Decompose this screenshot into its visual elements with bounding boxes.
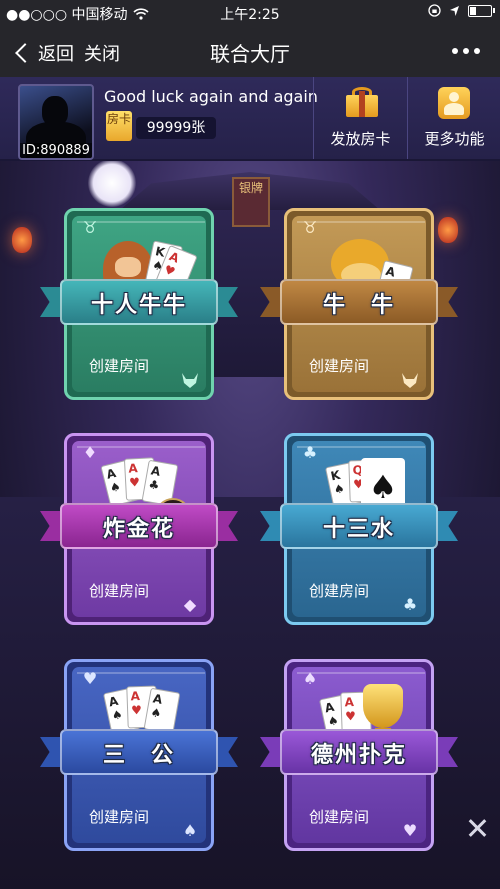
send-room-card-label: 发放房卡: [330, 130, 391, 148]
game-title-ribbon[interactable]: 三 公: [40, 729, 238, 775]
game-title-ribbon[interactable]: 十人牛牛: [40, 279, 238, 325]
page-title: 联合大厅: [210, 42, 290, 66]
send-room-card-button[interactable]: 发放房卡: [313, 77, 407, 159]
create-room-label: 创建房间: [309, 582, 370, 600]
gift-icon: [346, 87, 378, 117]
status-bar: ●●○○○ 中国移动 上午2:25: [0, 0, 500, 26]
create-room-label: 创建房间: [89, 808, 150, 826]
temple-sign: 银牌: [232, 177, 270, 227]
room-card-count: 99999张: [136, 117, 216, 139]
user-info-bar: ID:890889 Good luck again and again 房卡 9…: [0, 77, 500, 161]
bull-icon: [182, 373, 198, 388]
nav-bar: 返回 关闭 联合大厅: [0, 26, 500, 77]
game-title: 三 公: [102, 743, 175, 768]
bull-icon: [402, 373, 418, 388]
game-title-ribbon[interactable]: 德州扑克: [260, 729, 458, 775]
game-lobby: 银牌 ID:890889 Good luck again and again 房…: [0, 77, 500, 889]
battery-icon: [468, 4, 495, 17]
lantern-icon: [12, 227, 32, 253]
room-card-icon: 房卡: [106, 111, 132, 141]
game-title-ribbon[interactable]: 牛 牛: [260, 279, 458, 325]
avatar[interactable]: ID:890889: [18, 84, 94, 160]
rotation-lock-icon: [428, 4, 441, 17]
create-room-label: 创建房间: [89, 582, 150, 600]
heart-icon: ♥: [402, 821, 418, 840]
game-title: 炸金花: [102, 517, 175, 542]
create-room-label: 创建房间: [89, 357, 150, 375]
chevron-left-icon: [15, 43, 35, 63]
game-title-ribbon[interactable]: 十三水: [260, 503, 458, 549]
spade-icon: ♠: [182, 821, 198, 840]
close-icon[interactable]: [462, 813, 492, 843]
more-functions-label: 更多功能: [424, 130, 485, 148]
more-menu-button[interactable]: [452, 48, 480, 54]
game-title: 十人牛牛: [90, 293, 187, 318]
diamond-icon: ◆: [183, 595, 197, 614]
dot-icon: [463, 48, 469, 54]
moon: [88, 159, 136, 207]
game-title: 十三水: [322, 517, 395, 542]
status-icons: [428, 4, 495, 17]
game-title-ribbon[interactable]: 炸金花: [40, 503, 238, 549]
dot-icon: [474, 48, 480, 54]
person-card-icon: [438, 87, 470, 119]
create-room-label: 创建房间: [309, 808, 370, 826]
create-room-label: 创建房间: [309, 357, 370, 375]
club-icon: ♣: [402, 595, 418, 614]
dot-icon: [452, 48, 458, 54]
game-title: 牛 牛: [322, 293, 395, 318]
back-label: 返回: [38, 44, 74, 65]
user-id: ID:890889: [20, 143, 92, 158]
back-button[interactable]: 返回: [14, 40, 74, 66]
lantern-icon: [438, 217, 458, 243]
clock: 上午2:25: [220, 7, 280, 23]
battery-level: [470, 6, 477, 15]
location-icon: [450, 5, 459, 16]
game-title: 德州扑克: [310, 743, 407, 768]
more-functions-button[interactable]: 更多功能: [407, 77, 500, 159]
close-button[interactable]: 关闭: [84, 40, 120, 66]
user-motto: Good luck again and again: [104, 87, 318, 106]
